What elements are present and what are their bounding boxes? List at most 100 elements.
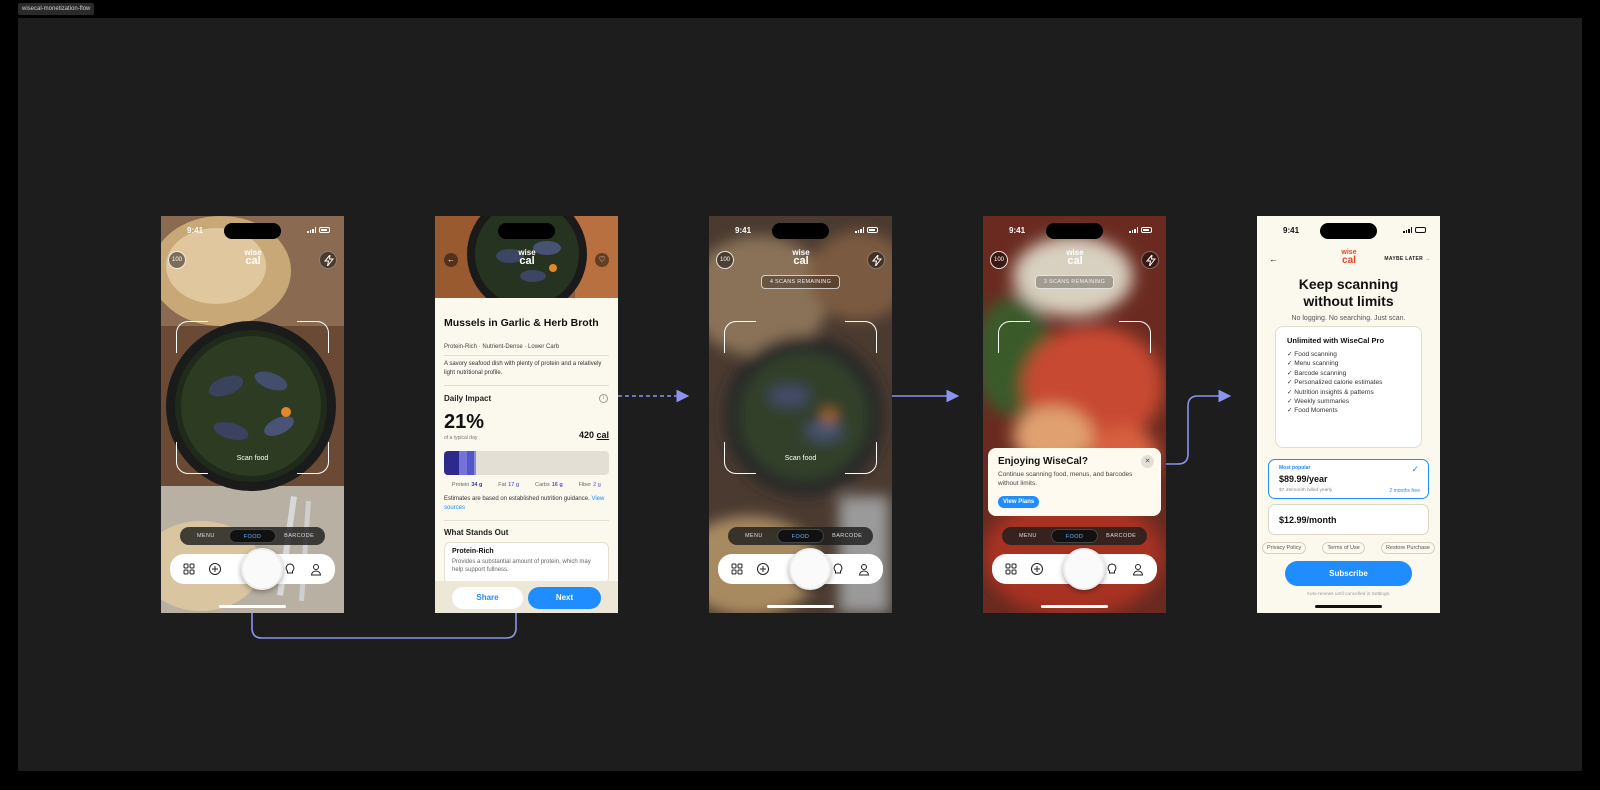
restore-purchase-link[interactable]: Restore Purchase <box>1380 542 1435 554</box>
grid-icon[interactable] <box>730 562 744 576</box>
profile-icon[interactable] <box>857 562 871 576</box>
camera-toolbar <box>992 548 1157 590</box>
dynamic-island <box>1320 223 1377 239</box>
feature-item: ✓ Personalized calorie estimates <box>1287 379 1383 387</box>
macro-segment-carbs <box>466 451 475 475</box>
home-indicator <box>767 605 834 608</box>
tab-food[interactable]: FOOD <box>228 529 277 543</box>
tab-food[interactable]: FOOD <box>1050 529 1099 543</box>
status-time: 9:41 <box>187 226 204 235</box>
tab-menu[interactable]: MENU <box>731 529 777 543</box>
signal-icon <box>855 227 864 233</box>
scans-remaining-pill: 4 SCANS REMAINING <box>761 275 840 289</box>
camera-toolbar <box>170 548 335 590</box>
mode-tabs: MENU FOOD BARCODE <box>1002 527 1147 545</box>
dish-title: Mussels in Garlic & Herb Broth <box>444 317 599 329</box>
profile-icon[interactable] <box>1131 562 1145 576</box>
features-title: Unlimited with WiseCal Pro <box>1287 336 1385 345</box>
shutter-button[interactable] <box>1063 548 1105 590</box>
enjoying-wisecal-popup: Enjoying WiseCal? Continue scanning food… <box>988 448 1161 516</box>
lightbulb-icon[interactable] <box>1105 562 1119 576</box>
back-button[interactable]: ← <box>444 253 458 267</box>
plan-yearly[interactable]: Most popular ✓ $89.99/year $7.49/month b… <box>1268 459 1429 499</box>
estimate-note: Estimates are based on established nutri… <box>444 496 605 511</box>
share-button[interactable]: Share <box>452 587 523 609</box>
flash-button[interactable] <box>867 251 885 269</box>
tab-menu[interactable]: MENU <box>183 529 229 543</box>
paywall-title: Keep scanning without limits <box>1298 276 1399 309</box>
scan-count-badge[interactable]: 100 <box>168 251 186 269</box>
arrow-popup-to-paywall <box>1158 389 1232 465</box>
flash-button[interactable] <box>1141 251 1159 269</box>
view-plans-button[interactable]: View Plans <box>998 496 1040 508</box>
frame-label: wisecal-monetization-flow <box>18 3 95 15</box>
status-icons <box>855 227 878 233</box>
plus-circle-icon[interactable] <box>208 562 222 576</box>
profile-icon[interactable] <box>309 562 323 576</box>
privacy-policy-link[interactable]: Privacy Policy <box>1262 542 1307 554</box>
design-canvas: 9:41 100 wise cal Scan food MENU FOOD BAR… <box>18 18 1582 771</box>
feature-item: ✓ Nutrition insights & patterns <box>1287 388 1374 396</box>
phone-limited-scanner: 9:41 100 wise cal 4 SCANS REMAINING Scan … <box>709 216 892 613</box>
tab-barcode[interactable]: BARCODE <box>276 529 322 543</box>
macro-carbs: Carbs 16 g <box>535 482 563 488</box>
viewfinder: Scan food <box>724 321 877 474</box>
phone-upsell-popup: 9:41 100 wise cal 3 SCANS REMAINING Enjoy… <box>983 216 1166 613</box>
signal-icon <box>1129 227 1138 233</box>
status-icons <box>307 227 330 233</box>
next-button[interactable]: Next <box>528 587 601 609</box>
scan-count-badge[interactable]: 100 <box>716 251 734 269</box>
flash-button[interactable] <box>319 251 337 269</box>
dish-tags: Protein-Rich · Nutrient-Dense · Lower Ca… <box>444 344 560 350</box>
feature-item: ✓ Weekly summaries <box>1287 398 1350 406</box>
daily-percent: 21% <box>444 411 485 433</box>
plus-circle-icon[interactable] <box>756 562 770 576</box>
status-icons <box>1403 227 1426 233</box>
shutter-button[interactable] <box>241 548 283 590</box>
favorite-button[interactable]: ♡ <box>595 253 609 267</box>
macro-segment-fat <box>459 451 467 475</box>
tab-barcode[interactable]: BARCODE <box>824 529 870 543</box>
terms-of-use-link[interactable]: Terms of Use <box>1322 542 1365 554</box>
macro-segment-fiber <box>474 451 477 475</box>
scan-count-badge[interactable]: 100 <box>990 251 1008 269</box>
lightbulb-icon[interactable] <box>831 562 845 576</box>
phone-food-detail: ← wise cal ♡ Mussels in Garlic & Herb Bro… <box>435 216 618 613</box>
back-arrow-icon[interactable]: ← <box>1269 254 1278 264</box>
grid-icon[interactable] <box>182 562 196 576</box>
macro-segment-protein <box>444 451 460 475</box>
home-indicator <box>1041 605 1108 608</box>
macro-bar <box>444 451 609 475</box>
grid-icon[interactable] <box>1004 562 1018 576</box>
maybe-later-link[interactable]: MAYBE LATER → <box>1384 256 1430 262</box>
close-icon[interactable]: ✕ <box>1141 455 1154 468</box>
lightbulb-icon[interactable] <box>283 562 297 576</box>
battery-icon <box>867 227 878 233</box>
dynamic-island <box>772 223 829 239</box>
subscribe-button[interactable]: Subscribe <box>1285 561 1412 586</box>
battery-icon <box>1415 227 1426 233</box>
info-icon[interactable]: i <box>599 394 608 403</box>
viewfinder <box>998 321 1151 446</box>
status-time: 9:41 <box>1283 226 1300 235</box>
wisecal-logo: wise cal <box>1066 248 1084 267</box>
macro-fiber: Fiber 2 g <box>578 482 602 488</box>
shutter-button[interactable] <box>789 548 831 590</box>
tab-barcode[interactable]: BARCODE <box>1098 529 1144 543</box>
battery-icon <box>319 227 330 233</box>
phone-paywall: 9:41 ← wise cal MAYBE LATER → Keep scanni… <box>1257 216 1440 613</box>
signal-icon <box>1403 227 1412 233</box>
plus-circle-icon[interactable] <box>1030 562 1044 576</box>
phone-scanner: 9:41 100 wise cal Scan food MENU FOOD BAR… <box>161 216 344 613</box>
daily-impact-title: Daily Impact <box>444 394 492 403</box>
plan-monthly[interactable]: $12.99/month <box>1268 504 1429 535</box>
tab-menu[interactable]: MENU <box>1005 529 1051 543</box>
macro-legend: Protein 34 g Fat 17 g Carbs 16 g Fiber 2 g <box>444 482 609 488</box>
action-bar: Share Next <box>435 581 618 613</box>
daily-percent-sub: of a typical day <box>444 435 478 441</box>
feature-item: ✓ Food Moments <box>1287 407 1338 415</box>
tab-food[interactable]: FOOD <box>776 529 825 543</box>
dish-description: A savory seafood dish with plenty of pro… <box>444 361 602 376</box>
mode-tabs: MENU FOOD BARCODE <box>728 527 873 545</box>
feature-item: ✓ Menu scanning <box>1287 360 1339 368</box>
